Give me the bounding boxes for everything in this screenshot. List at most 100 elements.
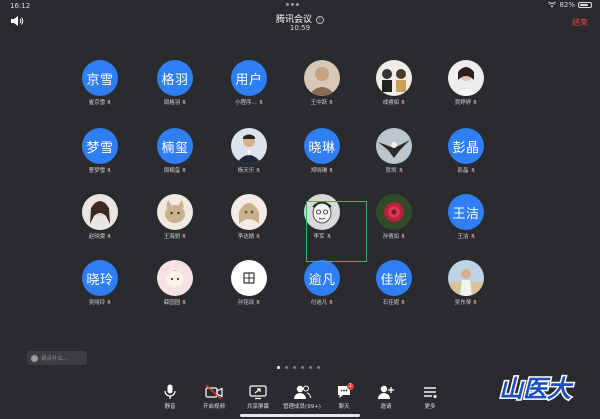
- participant-tile[interactable]: 孙倩如: [364, 192, 424, 254]
- participant-tile[interactable]: 梦雪 曹梦雪: [70, 126, 130, 188]
- mic-muted-icon: [107, 168, 112, 173]
- info-icon[interactable]: i: [316, 16, 324, 24]
- participant-name-text: 周楠玺: [163, 168, 181, 174]
- more-button[interactable]: 更多: [412, 384, 448, 410]
- page-dot[interactable]: [293, 366, 296, 369]
- avatar-photo: [82, 194, 118, 230]
- mute-label: 静音: [164, 404, 176, 410]
- page-indicator[interactable]: [277, 366, 320, 369]
- page-dot[interactable]: [301, 366, 304, 369]
- avatar-photo: [231, 260, 267, 296]
- more-label: 更多: [424, 404, 436, 410]
- participant-tile[interactable]: 京雪 崔京雪: [70, 58, 130, 120]
- avatar-photo: [157, 194, 193, 230]
- wifi-icon: [548, 2, 557, 8]
- participant-tile[interactable]: 楠玺 周楠玺: [145, 126, 205, 188]
- avatar-photo: [231, 128, 267, 164]
- participant-tile[interactable]: 晓琳 郑晓琳: [292, 126, 352, 188]
- share-screen-button[interactable]: 共享屏幕: [240, 384, 276, 410]
- avatar: 晓琳: [304, 128, 340, 164]
- participant-name-text: 成睿如: [382, 100, 400, 106]
- participant-name-text: 郑晓琳: [310, 168, 328, 174]
- participant-name-text: 崔京雪: [88, 100, 106, 106]
- participant-tile[interactable]: 王海骄: [145, 192, 205, 254]
- participant-name-text: 付逾凡: [310, 300, 328, 306]
- chat-button[interactable]: 1 聊天: [326, 383, 362, 410]
- participant-tile[interactable]: 佳妮 石佳妮: [364, 258, 424, 320]
- invite-button[interactable]: 邀请: [368, 384, 404, 410]
- start-video-button[interactable]: 开启视频: [196, 384, 232, 410]
- avatar: 王洁: [448, 194, 484, 230]
- avatar: 彭晶: [448, 128, 484, 164]
- participant-tile[interactable]: 格羽 周格羽: [145, 58, 205, 120]
- participant-tile[interactable]: 孙铭琰: [219, 258, 279, 320]
- page-dot[interactable]: [309, 366, 312, 369]
- participant-name: 孙铭琰: [215, 298, 283, 306]
- participant-name-text: 杨天乐: [237, 168, 255, 174]
- participant-tile[interactable]: 用户 小程序...: [219, 58, 279, 120]
- participant-name: 彭晶: [432, 166, 500, 174]
- participant-tile[interactable]: 王中跃: [292, 58, 352, 120]
- manage-members-button[interactable]: 管理成员(99+): [282, 384, 322, 410]
- participant-tile[interactable]: 王洁 王洁: [436, 192, 496, 254]
- participant-tile[interactable]: 吴东琴: [436, 258, 496, 320]
- mic-muted-icon: [256, 168, 261, 173]
- mic-muted-icon: [473, 300, 478, 305]
- participant-tile[interactable]: 彭晶 彭晶: [436, 126, 496, 188]
- participant-name-text: 贺凯: [385, 168, 397, 174]
- participant-tile[interactable]: 贾婷婷: [436, 58, 496, 120]
- avatar: 京雪: [82, 60, 118, 96]
- mute-button[interactable]: 静音: [152, 384, 188, 410]
- home-indicator[interactable]: [240, 414, 360, 417]
- participant-tile[interactable]: 晓玲 吴晓玲: [70, 258, 130, 320]
- end-meeting-button[interactable]: 结束: [572, 17, 588, 28]
- participant-tile[interactable]: 薛园园: [145, 258, 205, 320]
- avatar-photo: [231, 194, 267, 230]
- participant-tile[interactable]: 杨天乐: [219, 126, 279, 188]
- chat-input[interactable]: 说点什么...: [27, 351, 87, 365]
- participant-name: 李达婧: [215, 232, 283, 240]
- emoji-icon[interactable]: [31, 354, 38, 362]
- mic-muted-icon: [182, 300, 187, 305]
- participant-name: 石佳妮: [360, 298, 428, 306]
- participant-tile[interactable]: 逾凡 付逾凡: [292, 258, 352, 320]
- mic-muted-icon: [401, 100, 406, 105]
- participant-name-text: 曹梦雪: [88, 168, 106, 174]
- avatar: 逾凡: [304, 260, 340, 296]
- participant-tile[interactable]: 贺凯: [364, 126, 424, 188]
- avatar: 格羽: [157, 60, 193, 96]
- participant-name-text: 李达婧: [237, 234, 255, 240]
- more-icon: [424, 387, 437, 398]
- mic-muted-icon: [182, 168, 187, 173]
- mic-muted-icon: [107, 300, 112, 305]
- battery-icon: [578, 2, 592, 8]
- participant-tile[interactable]: 赵晓雯: [70, 192, 130, 254]
- avatar: 晓玲: [82, 260, 118, 296]
- mic-muted-icon: [258, 100, 263, 105]
- participant-name: 崔京雪: [66, 98, 134, 106]
- avatar-photo: [376, 60, 412, 96]
- page-dot[interactable]: [285, 366, 288, 369]
- avatar-photo: [304, 60, 340, 96]
- video-off-icon: [205, 384, 223, 400]
- participant-name-text: 王海骄: [163, 234, 181, 240]
- page-dot-active[interactable]: [277, 366, 280, 369]
- page-dot[interactable]: [317, 366, 320, 369]
- avatar-photo: [157, 260, 193, 296]
- participant-tile[interactable]: 李达婧: [219, 192, 279, 254]
- mic-muted-icon: [470, 234, 475, 239]
- avatar-photo: [448, 60, 484, 96]
- multitask-dots[interactable]: [286, 3, 299, 6]
- mic-muted-icon: [182, 234, 187, 239]
- participant-tile[interactable]: 成睿如: [364, 58, 424, 120]
- mic-muted-icon: [473, 100, 478, 105]
- mic-muted-icon: [256, 234, 261, 239]
- participant-name: 小程序...: [215, 98, 283, 106]
- participant-name: 赵晓雯: [66, 232, 134, 240]
- participant-name: 周格羽: [141, 98, 209, 106]
- mic-muted-icon: [470, 168, 475, 173]
- avatar-photo: [448, 260, 484, 296]
- participant-name: 杨天乐: [215, 166, 283, 174]
- participant-name: 曹梦雪: [66, 166, 134, 174]
- participant-name: 周楠玺: [141, 166, 209, 174]
